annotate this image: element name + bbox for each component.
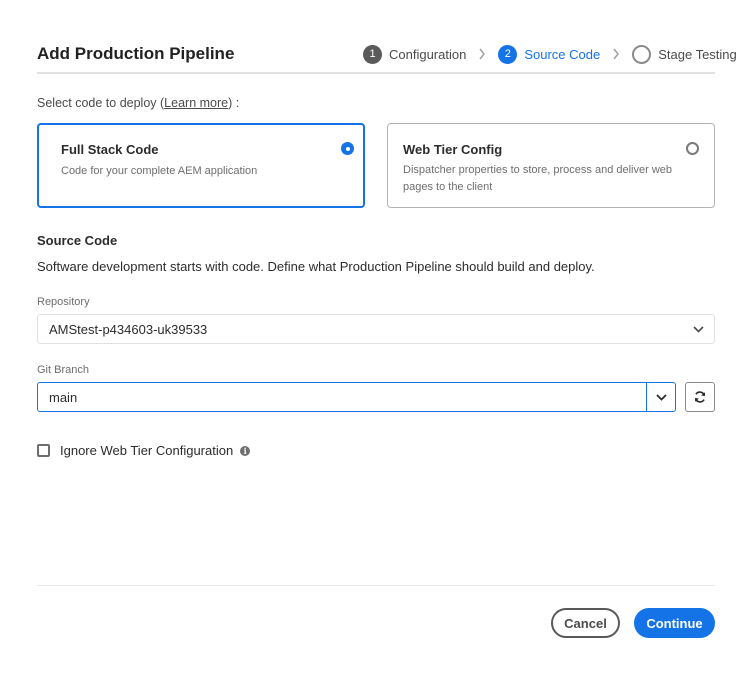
- option-title: Full Stack Code: [61, 142, 159, 157]
- ignore-web-tier-label[interactable]: Ignore Web Tier Configuration: [60, 443, 233, 458]
- repository-label: Repository: [37, 296, 90, 308]
- chevron-right-icon: [613, 48, 620, 60]
- radio-unselected-icon[interactable]: [686, 142, 699, 155]
- header-divider: [37, 72, 715, 74]
- step-pending-circle: [632, 44, 652, 64]
- step-label: Stage Testing: [658, 46, 737, 62]
- ignore-web-tier-option: Ignore Web Tier Configuration i: [37, 443, 251, 458]
- option-card-web-tier[interactable]: Web Tier Config Dispatcher properties to…: [387, 123, 715, 208]
- option-title: Web Tier Config: [403, 142, 503, 157]
- repository-value: AMStest-p434603-uk39533: [49, 322, 208, 337]
- refresh-branches-button[interactable]: [685, 382, 715, 412]
- prompt-prefix: Select code to deploy (: [37, 96, 165, 110]
- section-description: Software development starts with code. D…: [37, 259, 595, 274]
- info-icon[interactable]: i: [240, 445, 251, 456]
- step-stage-testing[interactable]: Stage Testing: [632, 44, 737, 64]
- step-label: Configuration: [389, 46, 467, 62]
- chevron-right-icon: [479, 48, 486, 60]
- repository-select[interactable]: AMStest-p434603-uk39533: [37, 314, 715, 344]
- learn-more-link[interactable]: Learn more: [164, 96, 228, 110]
- dialog-title: Add Production Pipeline: [37, 44, 235, 63]
- option-card-full-stack[interactable]: Full Stack Code Code for your complete A…: [37, 123, 365, 208]
- step-configuration[interactable]: 1 Configuration: [363, 44, 467, 64]
- cancel-button[interactable]: Cancel: [551, 608, 620, 638]
- stepper: 1 Configuration 2 Source Code Stage Test…: [363, 44, 737, 64]
- refresh-icon: [694, 391, 706, 403]
- chevron-down-icon: [655, 393, 667, 401]
- step-number-badge: 2: [498, 44, 518, 64]
- git-branch-label: Git Branch: [37, 364, 89, 376]
- git-branch-input[interactable]: [38, 383, 646, 411]
- step-number-badge: 1: [363, 44, 382, 64]
- select-code-prompt: Select code to deploy (Learn more) :: [37, 96, 239, 110]
- chevron-down-icon: [693, 326, 704, 333]
- branch-dropdown-button[interactable]: [646, 383, 675, 411]
- option-description: Code for your complete AEM application: [61, 165, 258, 177]
- option-description: Dispatcher properties to store, process …: [403, 164, 673, 193]
- step-source-code[interactable]: 2 Source Code: [498, 44, 601, 64]
- git-branch-combobox: [37, 382, 676, 412]
- section-title: Source Code: [37, 233, 118, 248]
- ignore-web-tier-checkbox[interactable]: [37, 444, 50, 457]
- prompt-suffix: ) :: [228, 96, 240, 110]
- continue-button[interactable]: Continue: [634, 608, 715, 638]
- radio-selected-icon[interactable]: [341, 142, 354, 155]
- footer-divider: [37, 585, 715, 586]
- step-label: Source Code: [524, 46, 601, 62]
